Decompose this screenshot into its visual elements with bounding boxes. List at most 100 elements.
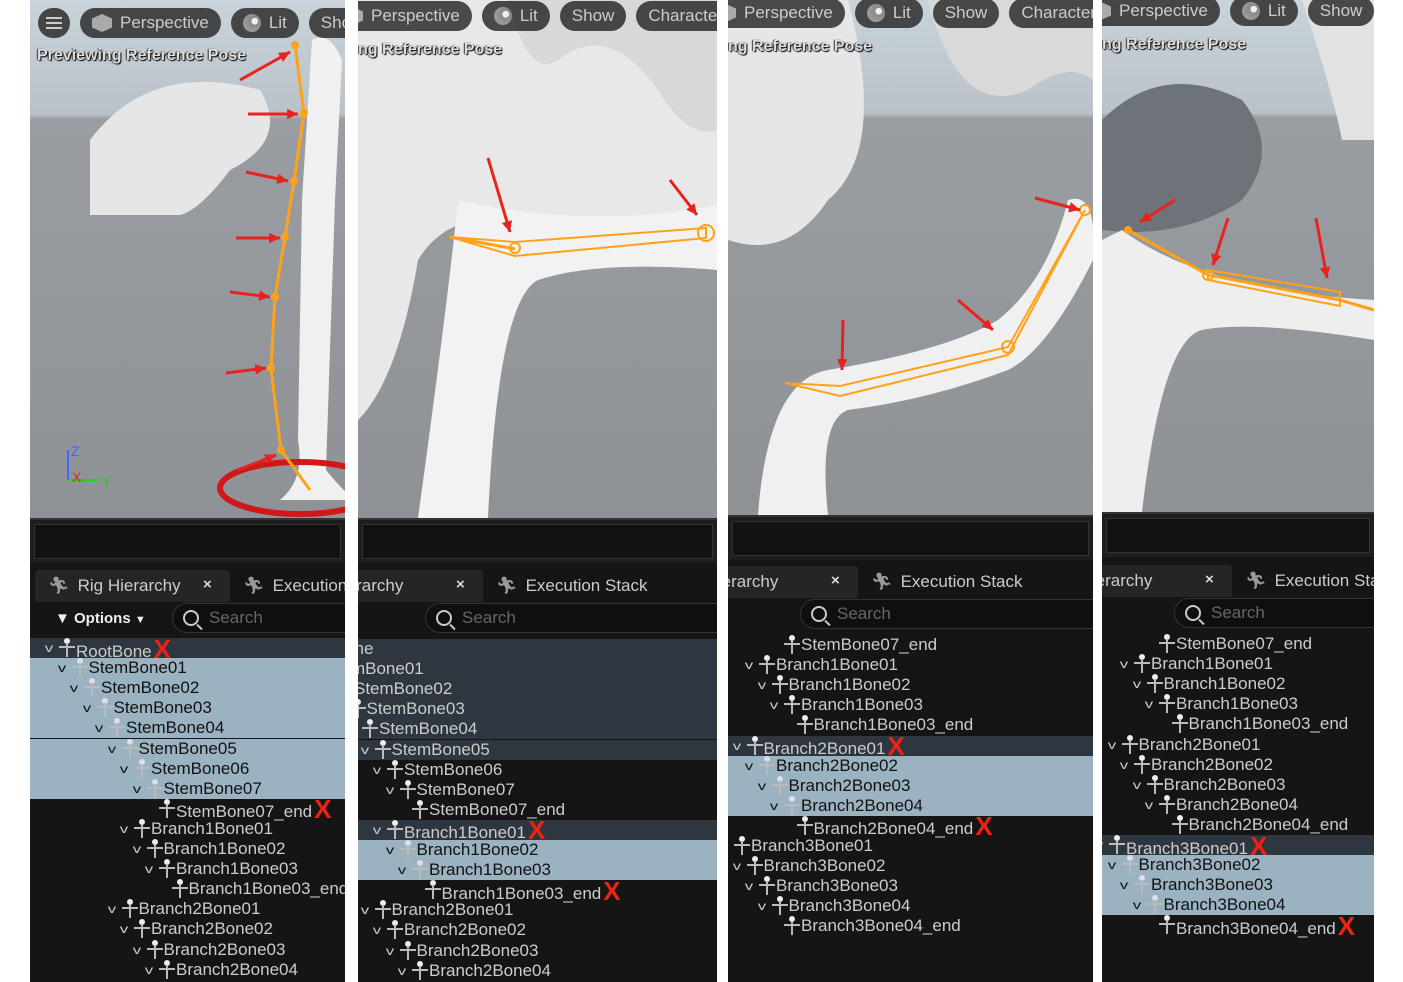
tree-row[interactable]: vot bbox=[728, 937, 1093, 957]
expand-chevron-icon[interactable]: v bbox=[114, 822, 134, 836]
tree-row[interactable]: v Branch2Bone01 bbox=[30, 899, 345, 919]
tree-row[interactable]: v Branch3Bone04 bbox=[728, 896, 1093, 916]
tree-row[interactable]: vBranch3Bone01X bbox=[1102, 831, 1374, 861]
tree-row[interactable]: vemBone01 bbox=[358, 659, 717, 680]
tree-row[interactable]: v Branch2Bone02 bbox=[728, 755, 1093, 776]
tree-row[interactable]: v Branch1Bone02 bbox=[358, 840, 717, 860]
viewport-lit-button[interactable]: Lit bbox=[481, 1, 550, 31]
tree-row[interactable]: vStemBone03 bbox=[358, 699, 717, 720]
tree-row[interactable]: v Branch1Bone02 bbox=[1102, 674, 1374, 694]
tree-row[interactable]: v Branch2Bone01 bbox=[1102, 734, 1374, 755]
tree-row[interactable]: v Branch3Bone01 bbox=[728, 836, 1093, 856]
tab-execution-stack[interactable]: 🏃︎ Execution Stack bbox=[496, 570, 648, 602]
tree-row[interactable]: v Branch2Bone03 bbox=[358, 940, 717, 961]
expand-chevron-icon[interactable]: v bbox=[39, 641, 59, 655]
tree-row[interactable]: v Branch2Bone03 bbox=[1102, 774, 1374, 795]
tree-row[interactable]: StemBone07_end bbox=[728, 635, 1093, 655]
expand-chevron-icon[interactable]: v bbox=[367, 763, 387, 777]
expand-chevron-icon[interactable]: v bbox=[739, 879, 759, 893]
expand-chevron-icon[interactable]: v bbox=[1114, 758, 1134, 772]
tree-row[interactable]: v Branch2Bone02 bbox=[358, 920, 717, 940]
close-tab-icon[interactable]: × bbox=[203, 576, 212, 593]
viewport[interactable]: Perspective Lit Show ng Reference Pose bbox=[1102, 0, 1374, 512]
tree-row[interactable]: vm01 bbox=[728, 957, 1093, 977]
tree-row[interactable]: v Branch1Bone03 bbox=[1102, 694, 1374, 714]
tree-row[interactable]: v Branch2Bone02 bbox=[1102, 754, 1374, 775]
viewport-show-button[interactable]: Show bbox=[559, 1, 627, 31]
tree-row[interactable]: v Branch2Bone01X bbox=[728, 731, 1093, 761]
expand-chevron-icon[interactable]: v bbox=[1127, 778, 1147, 792]
expand-chevron-icon[interactable]: v bbox=[367, 823, 387, 837]
tree-row[interactable]: v Branch2Bone04 bbox=[30, 959, 345, 980]
expand-chevron-icon[interactable]: v bbox=[764, 698, 784, 712]
expand-chevron-icon[interactable]: v bbox=[139, 862, 159, 876]
expand-chevron-icon[interactable]: v bbox=[764, 799, 784, 813]
tree-row[interactable]: v Branch1Bone01 bbox=[1102, 654, 1374, 674]
expand-chevron-icon[interactable]: v bbox=[1114, 657, 1134, 671]
close-tab-icon[interactable]: × bbox=[456, 576, 465, 593]
viewport-show-button[interactable]: Show bbox=[308, 8, 345, 38]
tree-row[interactable]: v Branch3Bone02 bbox=[1102, 855, 1374, 876]
tree-row[interactable]: v Branch1Bone01 bbox=[30, 818, 345, 839]
viewport[interactable]: Perspective Lit Show Character ng Reference… bbox=[358, 0, 717, 518]
tree-row[interactable]: v RootBoneX bbox=[30, 634, 345, 664]
viewport-character-button[interactable]: Character bbox=[1009, 0, 1093, 28]
tree-row[interactable]: vStemBone02 bbox=[358, 679, 717, 700]
tree-row[interactable]: vot bbox=[1102, 936, 1374, 956]
tree-row[interactable]: v Branch2Bone01 bbox=[358, 900, 717, 920]
expand-chevron-icon[interactable]: v bbox=[380, 944, 400, 958]
expand-chevron-icon[interactable]: v bbox=[127, 943, 147, 957]
viewport-perspective-button[interactable]: Perspective bbox=[728, 0, 845, 28]
expand-chevron-icon[interactable]: v bbox=[139, 963, 159, 977]
tree-row[interactable]: v Branch2Bone03 bbox=[728, 775, 1093, 796]
expand-chevron-icon[interactable]: v bbox=[114, 922, 134, 936]
tree-row[interactable]: v Branch1Bone02 bbox=[30, 839, 345, 859]
expand-chevron-icon[interactable]: v bbox=[127, 782, 147, 796]
close-tab-icon[interactable]: × bbox=[831, 572, 840, 589]
viewport-character-button[interactable]: Character bbox=[636, 1, 717, 31]
tree-row[interactable]: v StemBone05 bbox=[30, 738, 345, 759]
expand-chevron-icon[interactable]: v bbox=[52, 661, 72, 675]
tree-row[interactable]: v Branch1Bone03 bbox=[30, 859, 345, 879]
tab-execution-stack[interactable]: 🏃︎ Execution bbox=[243, 570, 345, 602]
expand-chevron-icon[interactable]: v bbox=[102, 902, 122, 916]
expand-chevron-icon[interactable]: v bbox=[739, 759, 759, 773]
search-input[interactable]: Search bbox=[800, 599, 1093, 629]
tree-row[interactable]: v Branch1Bone01 bbox=[728, 655, 1093, 675]
tree-row[interactable]: v StemBone06 bbox=[30, 758, 345, 779]
search-input[interactable]: Search bbox=[1174, 598, 1374, 628]
expand-chevron-icon[interactable]: v bbox=[380, 783, 400, 797]
expand-chevron-icon[interactable]: v bbox=[752, 779, 772, 793]
tree-row[interactable]: v Branch3Bone03 bbox=[728, 876, 1093, 896]
expand-chevron-icon[interactable]: v bbox=[89, 721, 109, 735]
viewport-show-button[interactable]: Show bbox=[932, 0, 1000, 28]
tree-row[interactable]: Branch3Bone04_end bbox=[728, 916, 1093, 936]
tree-row[interactable]: v Branch1Bone03 bbox=[728, 695, 1093, 715]
tree-row[interactable]: vm01 bbox=[1102, 956, 1374, 976]
expand-chevron-icon[interactable]: v bbox=[1102, 838, 1109, 852]
tree-row[interactable]: vStemBone04 bbox=[358, 719, 717, 740]
viewport-perspective-button[interactable]: Perspective bbox=[80, 8, 221, 38]
tab-execution-stack[interactable]: 🏃︎ Execution Stack bbox=[871, 566, 1023, 598]
viewport-perspective-button[interactable]: Perspective bbox=[358, 1, 472, 31]
tree-row[interactable]: Branch1Bone03_end bbox=[1102, 714, 1374, 734]
tree-row[interactable]: StemBone07_end bbox=[1102, 634, 1374, 654]
expand-chevron-icon[interactable]: v bbox=[1139, 798, 1159, 812]
tree-row[interactable]: vtBone bbox=[358, 639, 717, 659]
expand-chevron-icon[interactable]: v bbox=[114, 762, 134, 776]
close-tab-icon[interactable]: × bbox=[1205, 571, 1214, 588]
search-input[interactable]: Search bbox=[425, 603, 717, 633]
tree-row[interactable]: v StemBone01 bbox=[30, 658, 345, 679]
tree-row[interactable]: vStemBone02 bbox=[30, 678, 345, 699]
search-input[interactable]: Search bbox=[172, 603, 345, 633]
tree-row[interactable]: v Branch1Bone02 bbox=[728, 675, 1093, 695]
viewport-lit-button[interactable]: Lit bbox=[1229, 0, 1298, 26]
viewport-lit-button[interactable]: Lit bbox=[854, 0, 923, 28]
tree-row[interactable]: vStemBone04 bbox=[30, 718, 345, 739]
tree-row[interactable]: v Branch1Bone01X bbox=[358, 815, 717, 845]
options-dropdown[interactable]: ▼ Options ▼ bbox=[55, 610, 146, 627]
expand-chevron-icon[interactable]: v bbox=[1127, 898, 1147, 912]
expand-chevron-icon[interactable]: v bbox=[739, 658, 759, 672]
tree-row[interactable]: Branch3Bone04_endX bbox=[1102, 911, 1374, 941]
tree-row[interactable]: v StemBone06 bbox=[358, 759, 717, 780]
